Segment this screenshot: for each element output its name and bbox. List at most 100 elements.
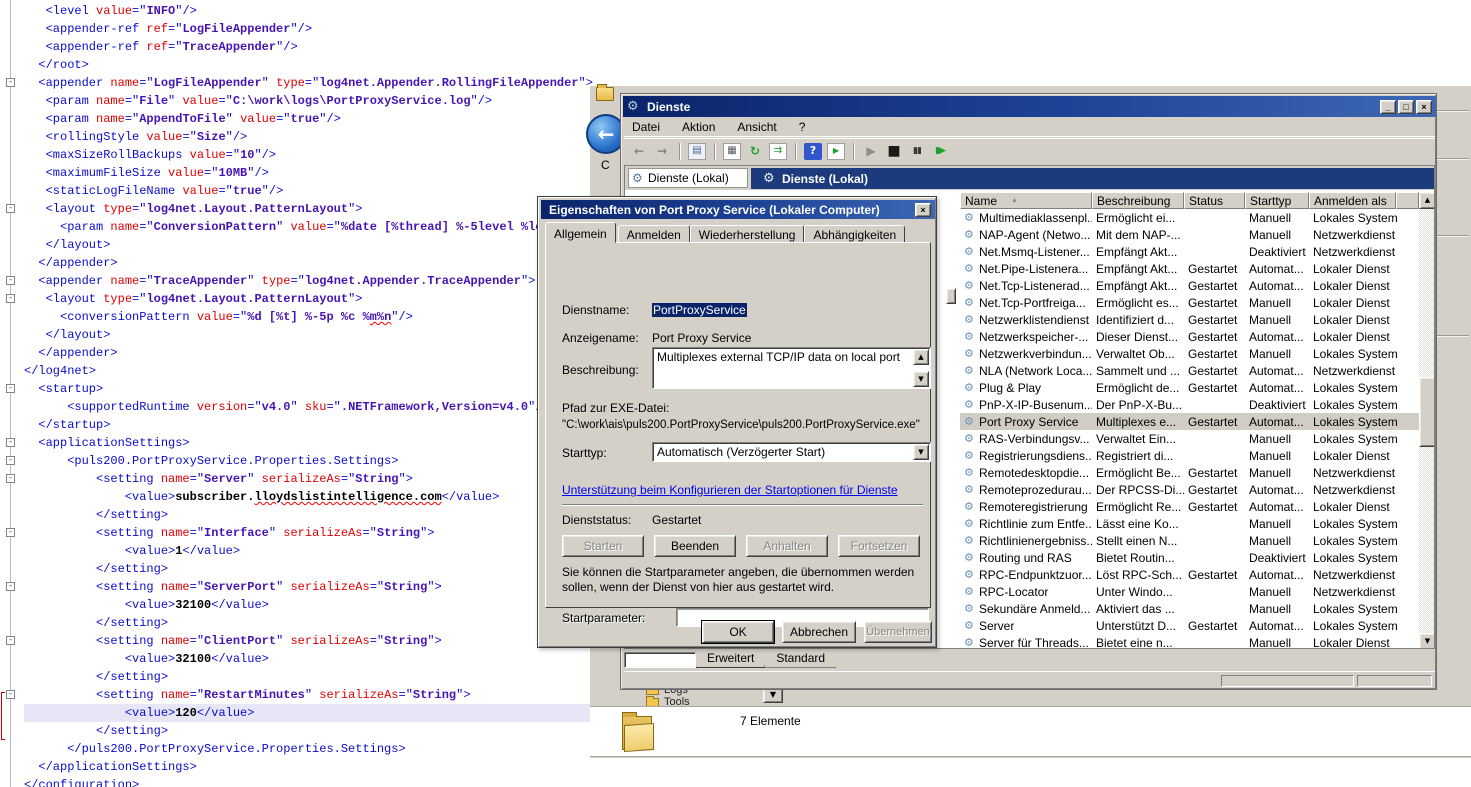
menu-help[interactable]: ? <box>799 120 806 134</box>
tree-item-dienste-lokal[interactable]: ⚙ Dienste (Lokal) <box>628 168 748 188</box>
view-tab-erweitert[interactable]: Erweitert <box>696 649 765 668</box>
dialog-tab-wiederherstellung[interactable]: Wiederherstellung <box>690 225 805 243</box>
dialog-tab-abhängigkeiten[interactable]: Abhängigkeiten <box>804 225 905 243</box>
menu-aktion[interactable]: Aktion <box>682 120 715 134</box>
service-row[interactable]: ⚙Richtlinienergebniss...Stellt einen N..… <box>960 532 1419 549</box>
menu-ansicht[interactable]: Ansicht <box>737 120 776 134</box>
service-row[interactable]: ⚙RPC-LocatorUnter Windo...ManuellNetzwer… <box>960 583 1419 600</box>
service-button-beenden[interactable]: Beenden <box>654 535 736 557</box>
fold-collapse-icon[interactable]: - <box>6 690 15 699</box>
menu-datei[interactable]: Datei <box>632 120 660 134</box>
service-row[interactable]: ⚙NetzwerklistendienstIdentifiziert d...G… <box>960 311 1419 328</box>
starttyp-label: Starttyp: <box>562 446 607 460</box>
code-line[interactable]: <appender-ref ref="LogFileAppender"/> <box>24 20 730 38</box>
service-row[interactable]: ⚙Multimediaklassenpl...Ermöglicht ei...M… <box>960 209 1419 226</box>
service-row[interactable]: ⚙RemoteregistrierungErmöglicht Re...Gest… <box>960 498 1419 515</box>
export-list-icon[interactable]: ⇉ <box>769 143 787 160</box>
service-row[interactable]: ⚙Port Proxy ServiceMultiplexes e...Gesta… <box>960 413 1419 430</box>
scroll-down-icon[interactable]: ▼ <box>913 371 929 387</box>
fold-collapse-icon[interactable]: - <box>6 276 15 285</box>
view-tab-standard[interactable]: Standard <box>765 649 836 668</box>
back-icon[interactable]: ← <box>630 143 648 160</box>
view-tabs: ErweitertStandard <box>696 649 836 668</box>
console-banner: ⚙ Dienste (Lokal) <box>751 168 1435 189</box>
chevron-down-icon[interactable]: ▼ <box>913 444 929 460</box>
column-header-anmeldenals[interactable]: Anmelden als <box>1309 192 1396 209</box>
service-gear-icon: ⚙ <box>964 263 976 274</box>
fold-collapse-icon[interactable]: - <box>6 78 15 87</box>
help-icon[interactable]: ? <box>804 143 822 160</box>
start-service-icon[interactable]: ▶ <box>862 143 880 160</box>
table-header: Name▲BeschreibungStatusStarttypAnmelden … <box>960 192 1419 209</box>
service-row[interactable]: ⚙Remoteprozedurau...Der RPCSS-Di...Gesta… <box>960 481 1419 498</box>
fold-collapse-icon[interactable]: - <box>6 582 15 591</box>
restart-service-icon[interactable]: ▮▶ <box>931 143 949 160</box>
column-header-starttyp[interactable]: Starttyp <box>1245 192 1309 209</box>
fold-collapse-icon[interactable]: - <box>6 528 15 537</box>
service-row[interactable]: ⚙Remotedesktopdie...Ermöglicht Be...Gest… <box>960 464 1419 481</box>
service-row[interactable]: ⚙Netzwerkspeicher-...Dieser Dienst...Ges… <box>960 328 1419 345</box>
starttyp-dropdown[interactable]: Automatisch (Verzögerter Start) ▼ <box>652 442 931 462</box>
fold-collapse-icon[interactable]: - <box>6 294 15 303</box>
service-row[interactable]: ⚙Sekundäre Anmeld...Aktiviert das ...Man… <box>960 600 1419 617</box>
scrollbar-thumb[interactable] <box>1419 377 1435 447</box>
view-filter-input[interactable] <box>624 652 696 668</box>
scroll-up-icon[interactable]: ▲ <box>913 349 929 365</box>
column-header-name[interactable]: Name▲ <box>960 192 1092 209</box>
minimize-button[interactable]: _ <box>1380 100 1396 114</box>
stop-service-icon[interactable]: ■ <box>885 143 903 160</box>
service-row[interactable]: ⚙Richtlinie zum Entfe...Lässt eine Ko...… <box>960 515 1419 532</box>
code-line[interactable]: </root> <box>24 56 730 74</box>
scroll-up-icon[interactable]: ▲ <box>1419 192 1435 209</box>
ok-button[interactable]: OK <box>702 621 774 643</box>
service-row[interactable]: ⚙Net.Tcp-Portfreiga...Ermöglicht es...Ge… <box>960 294 1419 311</box>
service-row[interactable]: ⚙NLA (Network Loca...Sammelt und ...Gest… <box>960 362 1419 379</box>
service-row[interactable]: ⚙Server für Threads...Bietet eine n...Ma… <box>960 634 1419 649</box>
hidden-panel-scroll[interactable] <box>946 288 956 304</box>
fold-collapse-icon[interactable]: - <box>6 438 15 447</box>
service-row[interactable]: ⚙Routing und RASBietet Routin...Deaktivi… <box>960 549 1419 566</box>
status-cell <box>1357 675 1432 687</box>
code-line[interactable]: <level value="INFO"/> <box>24 2 730 20</box>
startoptions-help-link[interactable]: Unterstützung beim Konfigurieren der Sta… <box>562 483 898 497</box>
code-line[interactable]: <appender-ref ref="TraceAppender"/> <box>24 38 730 56</box>
service-row[interactable]: ⚙Net.Msmq-Listener...Empfängt Akt...Deak… <box>960 243 1419 260</box>
cancel-button[interactable]: Abbrechen <box>782 621 856 643</box>
maximize-button[interactable]: □ <box>1398 100 1414 114</box>
code-line[interactable]: </configuration> <box>24 776 730 787</box>
beschreibung-label: Beschreibung: <box>562 363 639 377</box>
scroll-down-icon[interactable]: ▼ <box>1419 633 1435 649</box>
fold-collapse-icon[interactable]: - <box>6 456 15 465</box>
fold-collapse-icon[interactable]: - <box>6 636 15 645</box>
pause-service-icon[interactable]: ▮▮ <box>908 143 926 160</box>
code-line[interactable]: </applicationSettings> <box>24 758 730 776</box>
forward-icon[interactable]: → <box>653 143 671 160</box>
service-row[interactable]: ⚙NAP-Agent (Netwo...Mit dem NAP-...Manue… <box>960 226 1419 243</box>
service-row[interactable]: ⚙Netzwerkverbindun...Verwaltet Ob...Gest… <box>960 345 1419 362</box>
show-console-tree-icon[interactable]: ▤ <box>688 143 706 160</box>
dialog-tab-anmelden[interactable]: Anmelden <box>618 225 690 243</box>
service-row[interactable]: ⚙Plug & PlayErmöglicht de...GestartetAut… <box>960 379 1419 396</box>
service-row[interactable]: ⚙ServerUnterstützt D...GestartetAutomat.… <box>960 617 1419 634</box>
vertical-scrollbar[interactable]: ▲ ▼ <box>1419 192 1435 649</box>
refresh-icon[interactable]: ↻ <box>746 143 764 160</box>
service-row[interactable]: ⚙RAS-Verbindungsv...Verwaltet Ein...Manu… <box>960 430 1419 447</box>
services-titlebar[interactable]: ⚙ Dienste _ □ × <box>623 96 1436 117</box>
close-icon[interactable]: × <box>915 203 931 217</box>
dialog-tab-allgemein[interactable]: Allgemein <box>545 222 616 243</box>
service-row[interactable]: ⚙Net.Tcp-Listenerad...Empfängt Akt...Ges… <box>960 277 1419 294</box>
close-button[interactable]: × <box>1416 100 1432 114</box>
fold-collapse-icon[interactable]: - <box>6 204 15 213</box>
service-row[interactable]: ⚙RPC-Endpunktzuor...Löst RPC-Sch...Gesta… <box>960 566 1419 583</box>
column-header-beschreibung[interactable]: Beschreibung <box>1092 192 1184 209</box>
dialog-titlebar[interactable]: Eigenschaften von Port Proxy Service (Lo… <box>541 200 935 219</box>
service-row[interactable]: ⚙Registrierungsdiens...Registriert di...… <box>960 447 1419 464</box>
beschreibung-field[interactable]: Multiplexes external TCP/IP data on loca… <box>652 347 931 389</box>
properties-icon[interactable]: ▦ <box>723 143 741 160</box>
fold-collapse-icon[interactable]: - <box>6 384 15 393</box>
service-row[interactable]: ⚙Net.Pipe-Listenera...Empfängt Akt...Ges… <box>960 260 1419 277</box>
service-row[interactable]: ⚙PnP-X-IP-Busenum...Der PnP-X-Bu...Deakt… <box>960 396 1419 413</box>
column-header-status[interactable]: Status <box>1184 192 1245 209</box>
fold-collapse-icon[interactable]: - <box>6 474 15 483</box>
show-extended-view-icon[interactable]: ▶ <box>827 143 845 160</box>
